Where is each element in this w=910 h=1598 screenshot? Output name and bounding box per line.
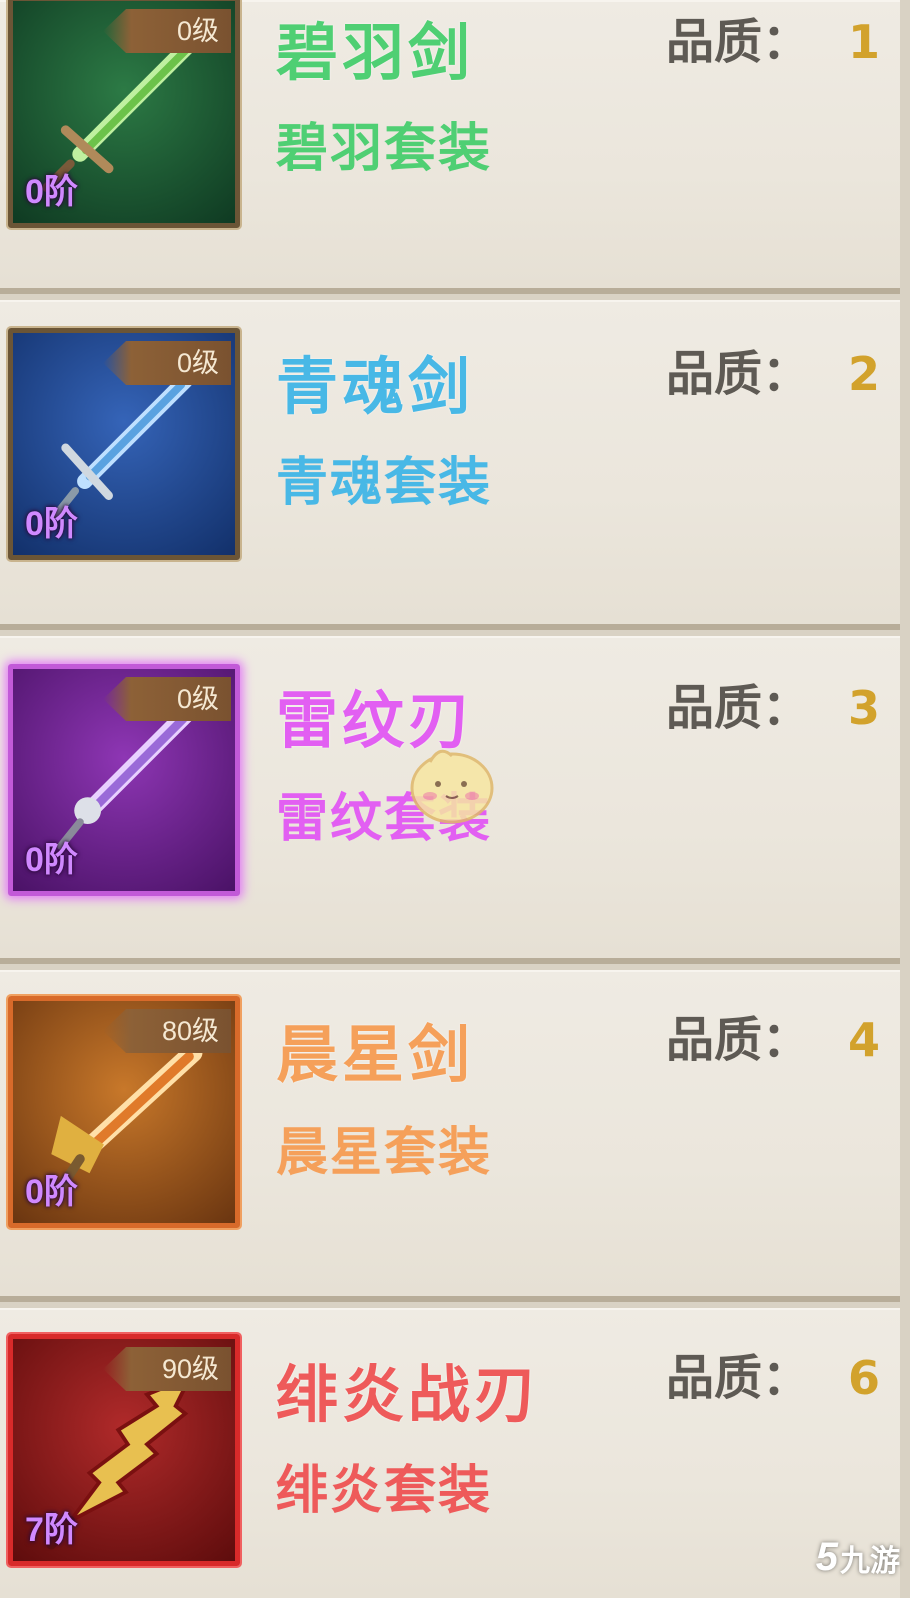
stage-label: 0阶 [25,173,78,211]
equipment-icon-frame[interactable]: 0级 0阶 [8,664,240,896]
set-name: 晨星套装 [276,1123,493,1183]
equipment-icon-frame[interactable]: 80级 0阶 [8,996,240,1228]
level-tag: 0级 [103,677,231,721]
level-tag: 0级 [103,341,231,385]
weapon-name: 碧羽剑 [276,16,475,89]
quality-info: 品质： 6 [666,1338,880,1408]
site-watermark: 5 九游 [816,1535,900,1580]
set-name: 碧羽套装 [276,119,493,179]
quality-label: 品质： [665,680,810,736]
equipment-card[interactable]: 80级 0阶 晨星剑 晨星套装 品质： 4 [0,970,900,1302]
equipment-icon-frame[interactable]: 0级 0阶 [8,328,240,560]
equipment-list: 0级 0阶 碧羽剑 碧羽套装 品质： 1 0级 0阶 青魂剑 青魂套装 品质： … [0,0,910,1598]
equipment-card[interactable]: 90级 7阶 绯炎战刃 绯炎套装 品质： 6 [0,1308,900,1598]
set-name: 青魂套装 [276,453,493,513]
weapon-name: 绯炎战刃 [276,1358,541,1431]
stage-label: 0阶 [25,841,78,879]
stage-label: 0阶 [25,1173,78,1211]
quality-value: 3 [847,681,880,735]
quality-value: 1 [847,15,880,69]
stage-label: 7阶 [25,1511,78,1549]
stage-label: 0阶 [25,505,78,543]
quality-info: 品质： 3 [666,668,880,738]
level-tag: 90级 [103,1347,231,1391]
quality-info: 品质： 4 [666,1000,880,1070]
watermark-text: 九游 [840,1544,900,1578]
level-tag: 80级 [103,1009,231,1053]
quality-label: 品质： [665,346,810,402]
equipment-icon-frame[interactable]: 90级 7阶 [8,1334,240,1566]
quality-label: 品质： [665,1012,810,1068]
nine-game-logo-icon: 5 [815,1535,838,1579]
quality-label: 品质： [665,1350,810,1406]
level-tag: 0级 [103,9,231,53]
equipment-card[interactable]: 0级 0阶 碧羽剑 碧羽套装 品质： 1 [0,0,900,294]
quality-label: 品质： [665,14,810,70]
quality-value: 2 [847,347,880,401]
equipment-icon-frame[interactable]: 0级 0阶 [8,0,240,228]
quality-info: 品质： 1 [666,2,880,72]
set-name: 绯炎套装 [276,1461,493,1521]
equipment-card[interactable]: 0级 0阶 青魂剑 青魂套装 品质： 2 [0,300,900,630]
quality-value: 6 [847,1351,880,1405]
quality-value: 4 [847,1013,880,1067]
weapon-name: 青魂剑 [276,350,475,423]
weapon-name: 晨星剑 [276,1018,475,1091]
quality-info: 品质： 2 [666,334,880,404]
mascot-icon [410,749,494,824]
